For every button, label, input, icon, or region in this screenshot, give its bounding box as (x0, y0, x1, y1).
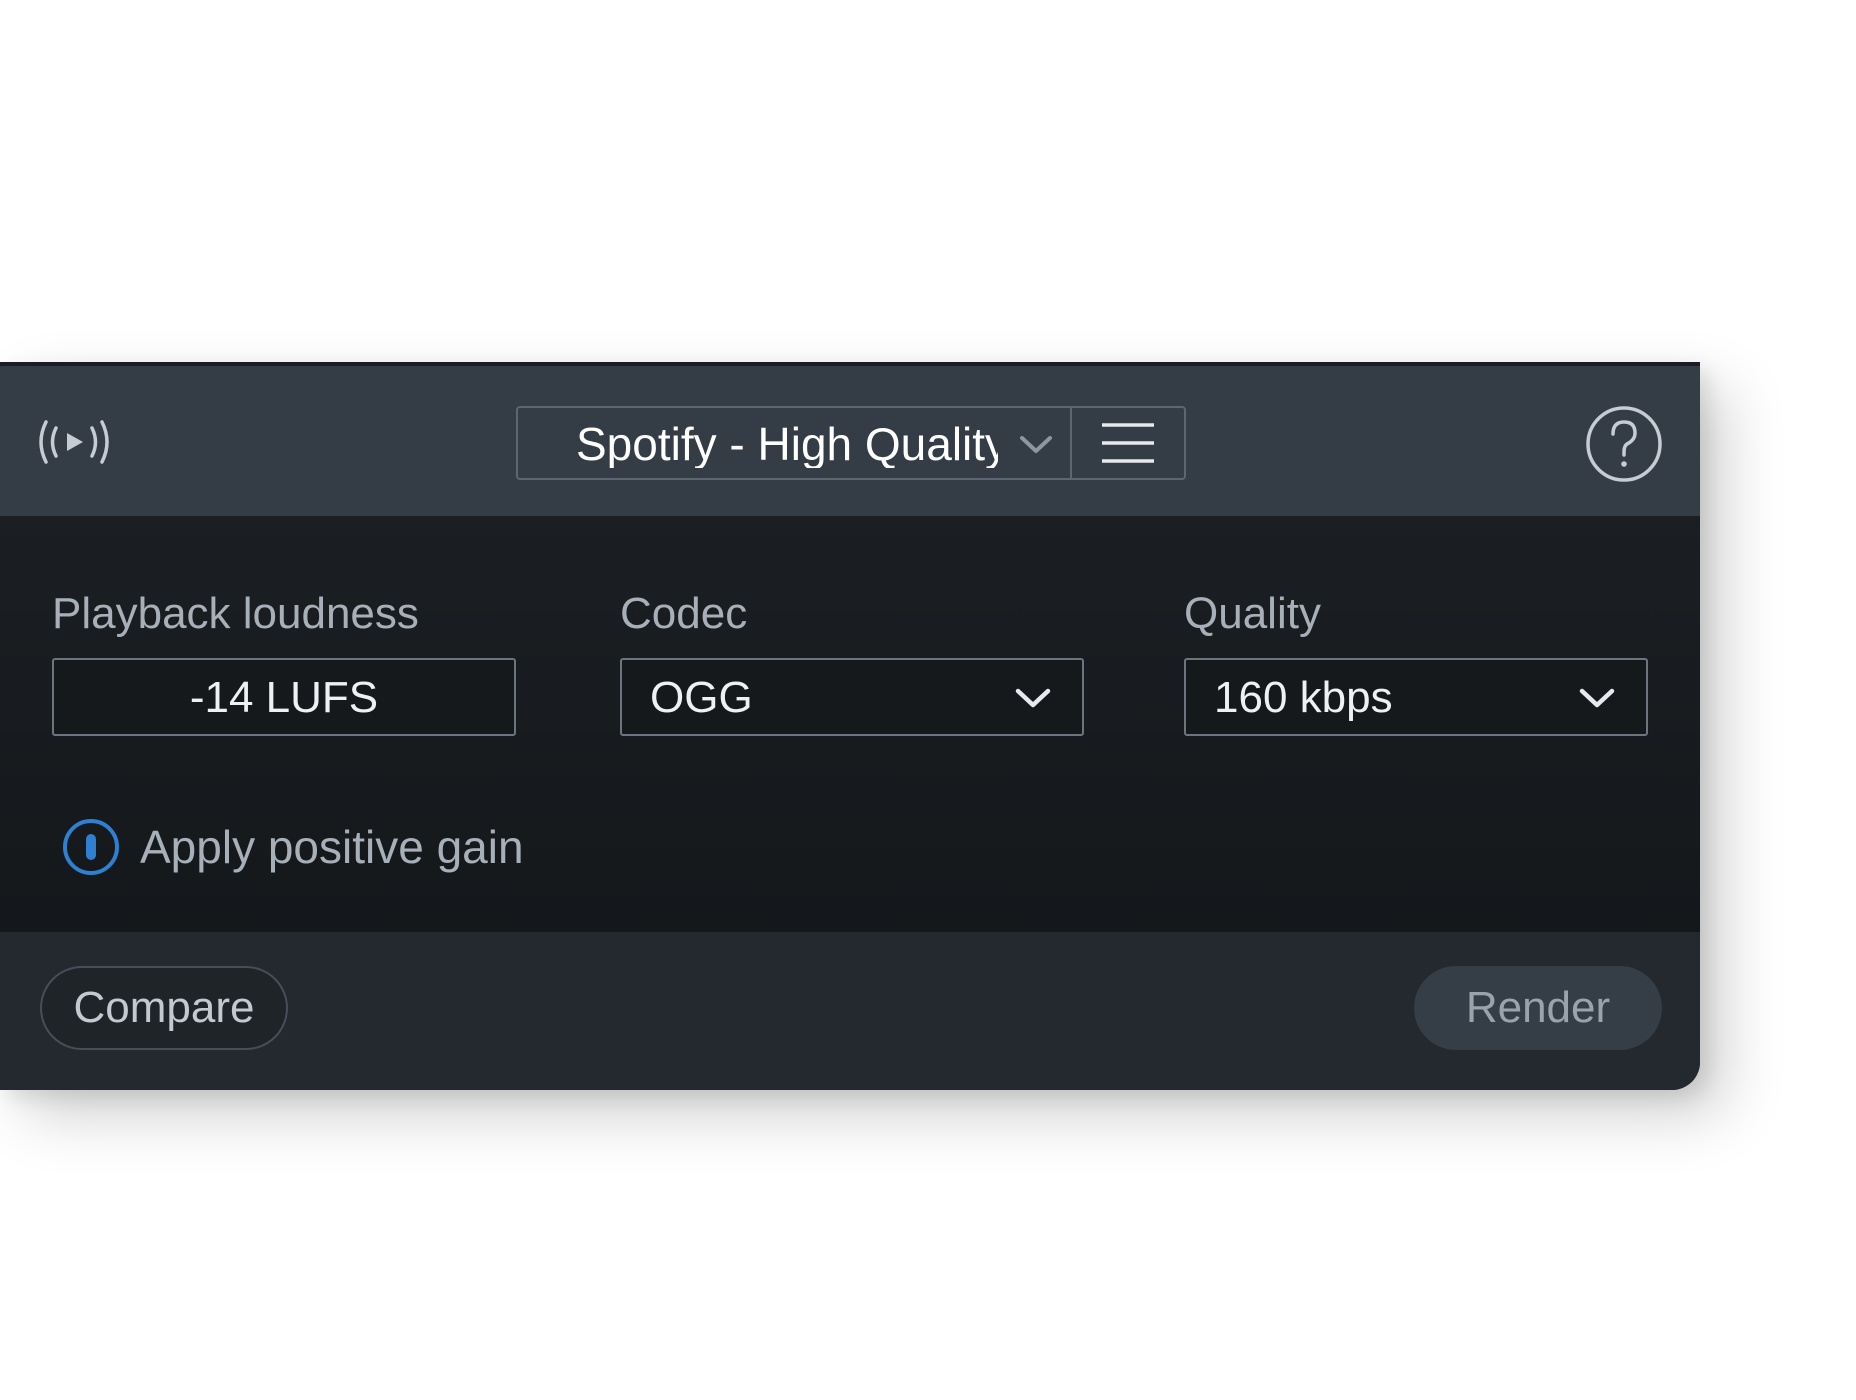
apply-positive-gain-label[interactable]: Apply positive gain (140, 820, 524, 874)
chevron-down-icon (1579, 688, 1615, 708)
preset-dropdown[interactable]: Spotify - High Quality (518, 408, 1072, 478)
chevron-down-icon (1020, 436, 1052, 453)
compare-button[interactable]: Compare (40, 966, 288, 1050)
settings-area: Playback loudness -14 LUFS Codec OGG Qua… (0, 516, 1700, 932)
toggle-icon[interactable] (60, 816, 122, 878)
codec-label: Codec (620, 589, 748, 638)
panel-header: Spotify - High Quality (0, 366, 1700, 516)
loudness-input[interactable]: -14 LUFS (52, 658, 516, 736)
render-button[interactable]: Render (1414, 966, 1662, 1050)
panel-footer: Compare Render (0, 932, 1700, 1090)
loudness-panel: Spotify - High Quality Playback loudness (0, 362, 1700, 1090)
loudness-value: -14 LUFS (189, 673, 379, 722)
hamburger-menu-icon (1102, 423, 1154, 463)
loudness-label: Playback loudness (52, 589, 419, 638)
broadcast-play-icon[interactable] (34, 414, 114, 470)
preset-menu-button[interactable] (1072, 408, 1184, 478)
question-mark-icon[interactable] (1584, 404, 1664, 484)
preset-name: Spotify - High Quality (576, 420, 998, 468)
codec-value: OGG (650, 673, 753, 722)
chevron-down-icon (1015, 688, 1051, 708)
quality-label: Quality (1184, 589, 1321, 638)
codec-dropdown[interactable]: OGG (620, 658, 1084, 736)
quality-dropdown[interactable]: 160 kbps (1184, 658, 1648, 736)
preset-selector: Spotify - High Quality (516, 406, 1186, 480)
quality-value: 160 kbps (1214, 673, 1393, 722)
